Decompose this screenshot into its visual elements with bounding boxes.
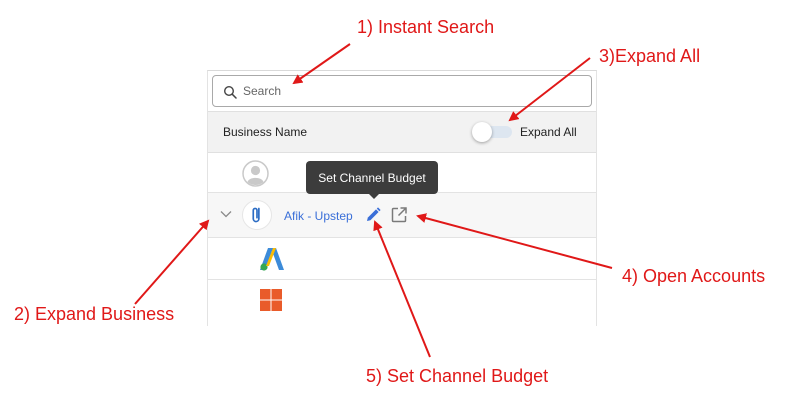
annotation-expand-all: 3)Expand All — [599, 46, 701, 66]
tooltip-text: Set Channel Budget — [318, 170, 426, 185]
table-row-account[interactable] — [208, 280, 596, 320]
google-ads-icon — [260, 248, 284, 271]
annotation-set-channel-budget: 5) Set Channel Budget — [366, 366, 549, 386]
user-avatar-icon — [242, 160, 269, 187]
windows-icon — [259, 288, 283, 312]
expand-all-toggle[interactable] — [472, 122, 514, 142]
arrow-expand-business — [134, 219, 210, 305]
paperclip-logo-icon — [242, 200, 272, 230]
business-list-panel: Business Name Expand All Afik - Upstep — [207, 70, 597, 326]
set-channel-budget-tooltip: Set Channel Budget — [306, 161, 438, 194]
toggle-knob — [472, 122, 492, 142]
annotation-instant-search: 1) Instant Search — [357, 17, 495, 37]
business-name-column-header[interactable]: Business Name — [223, 125, 307, 139]
table-row-business[interactable]: Afik - Upstep — [208, 193, 596, 238]
external-link-icon[interactable] — [390, 206, 408, 224]
chevron-down-icon[interactable] — [220, 210, 232, 218]
screenshot-stage: Business Name Expand All Afik - Upstep — [0, 0, 800, 418]
table-header: Business Name Expand All — [208, 111, 596, 153]
annotation-expand-business: 2) Expand Business — [14, 304, 175, 324]
search-icon — [223, 85, 237, 99]
table-row-account[interactable] — [208, 238, 596, 280]
annotation-open-accounts: 4) Open Accounts — [622, 266, 766, 286]
search-box[interactable] — [212, 75, 592, 107]
pencil-icon[interactable] — [364, 206, 382, 224]
business-name-link[interactable]: Afik - Upstep — [284, 209, 353, 223]
expand-all-label: Expand All — [520, 125, 577, 139]
panel-scroll-edge — [596, 71, 597, 326]
search-input[interactable] — [243, 84, 563, 98]
tooltip-pointer — [368, 193, 380, 199]
